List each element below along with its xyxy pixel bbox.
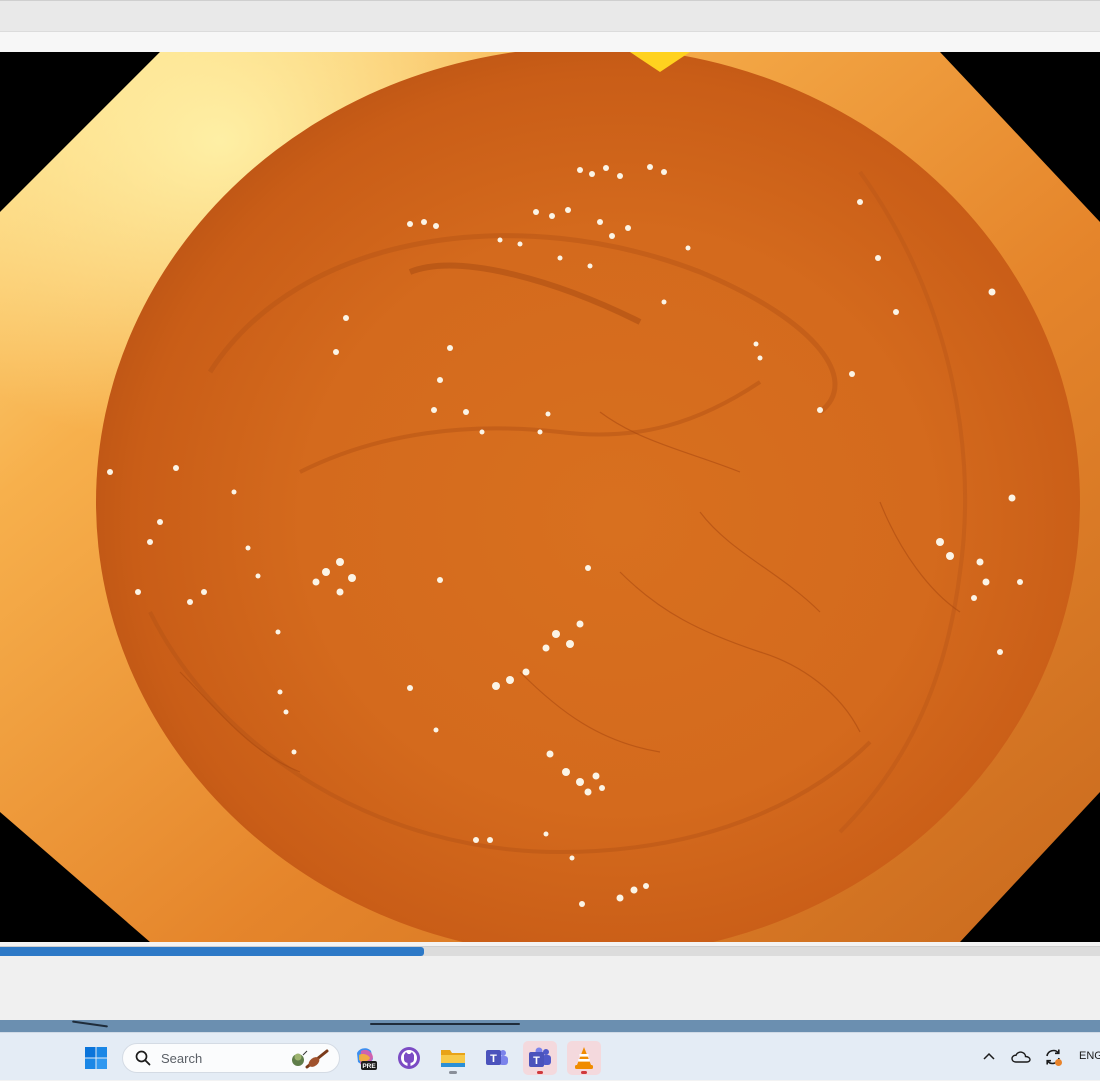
window-toolbar [0,32,1100,52]
teams-classic-button[interactable]: T [480,1041,514,1075]
window-title-bar [0,0,1100,32]
search-highlight-icon [292,1049,329,1069]
seek-bar[interactable] [0,946,1100,956]
desktop-wallpaper [0,1020,1100,1032]
teams-icon: T [529,1047,551,1067]
video-frame[interactable] [0,52,1100,942]
input-language-indicator[interactable]: ENG [1079,1050,1100,1062]
chevron-up-icon[interactable] [981,1049,997,1065]
file-explorer-icon [441,1050,465,1067]
copilot-button[interactable]: PRE [348,1041,382,1075]
search-placeholder: Search [161,1050,203,1066]
svg-text:T: T [533,1055,540,1067]
github-icon [398,1047,420,1069]
start-button[interactable] [79,1041,113,1075]
teams-button[interactable]: T [523,1041,557,1075]
vlc-button[interactable] [567,1041,601,1075]
cloud-icon[interactable] [1011,1049,1031,1065]
vlc-icon [575,1047,593,1069]
teams-notification-indicator [537,1071,543,1074]
copilot-icon: PRE [357,1048,377,1070]
vlc-running-indicator [581,1071,587,1074]
seek-bar-progress [0,947,424,956]
start-icon [85,1047,107,1069]
svg-text:T: T [490,1053,497,1065]
github-desktop-button[interactable] [392,1041,426,1075]
taskbar: Search PRE T T ENG [0,1032,1100,1080]
teams-classic-icon: T [486,1050,508,1065]
file-explorer-button[interactable] [436,1041,470,1075]
file-explorer-running-indicator [449,1071,457,1074]
endoscopy-image [0,52,1100,942]
taskbar-search-box[interactable]: Search [122,1043,340,1073]
player-controls-area [0,956,1100,1022]
search-icon [135,1050,151,1066]
copilot-badge: PRE [362,1063,376,1070]
sync-icon[interactable] [1043,1047,1063,1067]
